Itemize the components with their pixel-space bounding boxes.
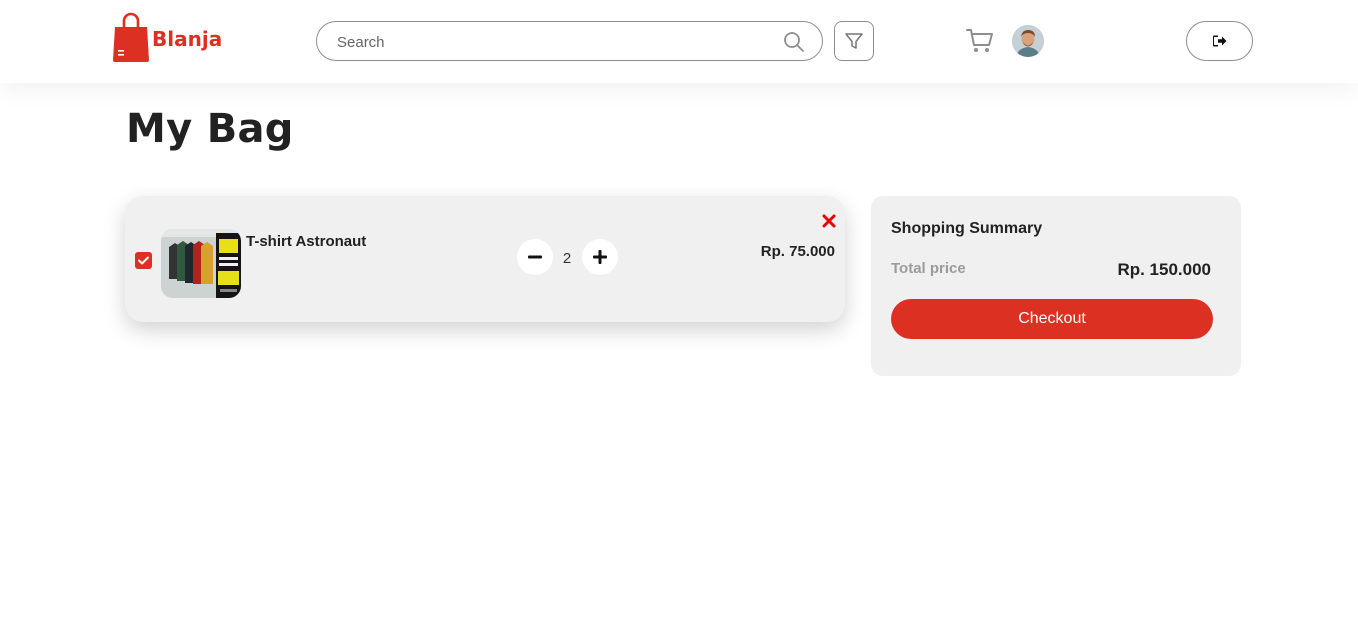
- item-checkbox[interactable]: [135, 252, 152, 269]
- search-bar: [316, 21, 823, 61]
- total-price-value: Rp. 150.000: [1117, 260, 1211, 279]
- page-title: My Bag: [126, 106, 294, 152]
- cart-icon[interactable]: [966, 28, 994, 54]
- check-icon: [138, 256, 149, 265]
- quantity-increase-button[interactable]: [582, 239, 618, 275]
- total-price-label: Total price: [891, 260, 966, 277]
- navbar: Blanja: [0, 0, 1358, 83]
- logout-button[interactable]: [1186, 21, 1253, 61]
- brand-logo[interactable]: Blanja: [112, 11, 222, 62]
- avatar[interactable]: [1012, 25, 1044, 57]
- item-name[interactable]: T-shirt Astronaut: [246, 233, 366, 250]
- checkout-button[interactable]: Checkout: [891, 299, 1213, 339]
- search-icon[interactable]: [783, 31, 805, 53]
- tshirt-product-photo: [161, 229, 241, 298]
- filter-icon: [845, 33, 863, 49]
- quantity-value: 2: [562, 250, 572, 267]
- plus-icon: [593, 250, 607, 264]
- logout-icon: [1212, 35, 1226, 47]
- filter-button[interactable]: [834, 21, 874, 61]
- summary-title: Shopping Summary: [891, 220, 1043, 237]
- quantity-decrease-button[interactable]: [517, 239, 553, 275]
- shopping-bag-logo-icon: [113, 12, 149, 62]
- minus-icon: [528, 255, 542, 259]
- user-photo-icon: [1012, 25, 1044, 57]
- brand-name: Blanja: [152, 27, 223, 51]
- product-image: [161, 229, 241, 298]
- item-price: Rp. 75.000: [760, 243, 835, 260]
- cart-item: T-shirt Astronaut 2 Rp. 75.000: [125, 196, 845, 322]
- remove-item-icon[interactable]: [822, 214, 836, 228]
- shopping-summary: Shopping Summary Total price Rp. 150.000…: [871, 196, 1241, 376]
- search-input[interactable]: [337, 31, 767, 53]
